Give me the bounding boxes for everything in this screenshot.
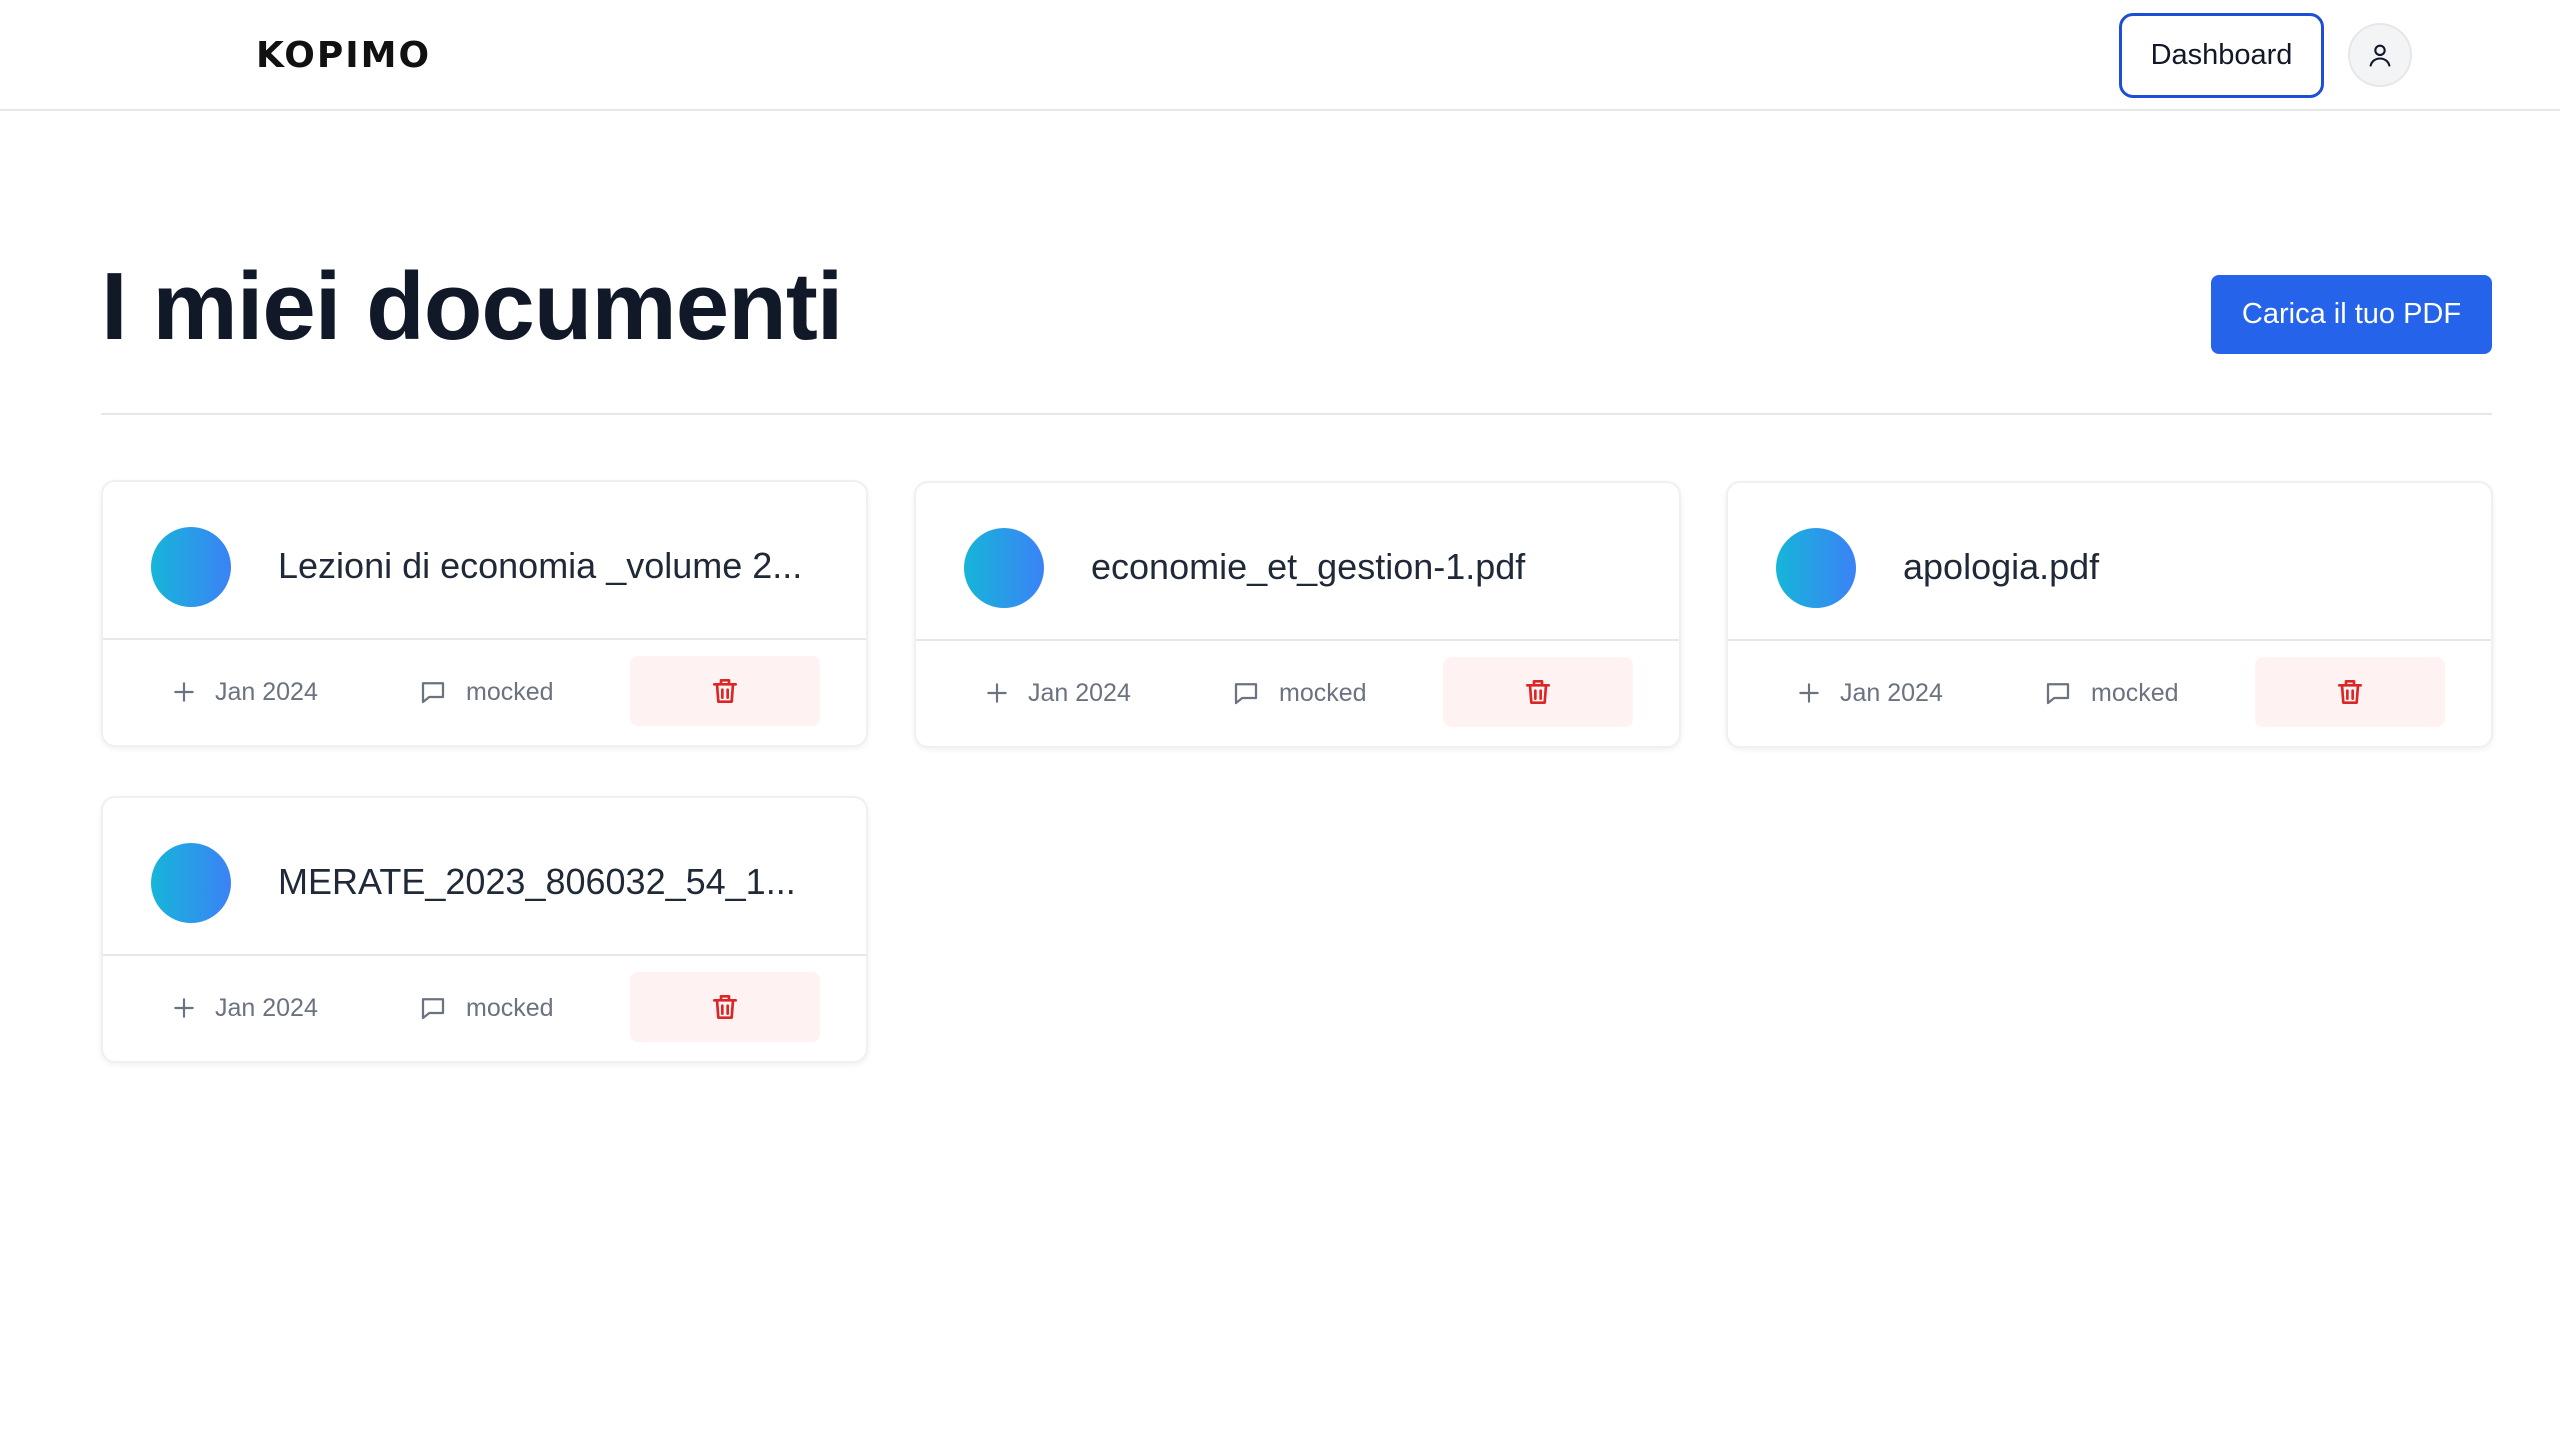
upload-pdf-button[interactable]: Carica il tuo PDF bbox=[2211, 275, 2492, 354]
kopimo-logo[interactable]: KOPIMO bbox=[256, 34, 431, 76]
comment-icon bbox=[1234, 683, 1258, 705]
trash-icon bbox=[713, 679, 737, 703]
document-name[interactable]: economie_et_gestion-1.pdf bbox=[1091, 543, 1651, 591]
document-date-text: Jan 2024 bbox=[215, 993, 318, 1022]
document-card-header[interactable]: Lezioni di economia _volume 2... bbox=[103, 482, 866, 640]
document-comment-text: mocked bbox=[466, 993, 554, 1022]
plus-icon bbox=[1799, 683, 1819, 703]
logo-text: KOPIMO bbox=[256, 34, 432, 76]
document-icon bbox=[151, 527, 231, 607]
title-divider bbox=[101, 413, 2492, 415]
document-card[interactable]: Lezioni di economia _volume 2... Jan 202… bbox=[101, 480, 868, 747]
document-icon bbox=[964, 528, 1044, 608]
comment-icon bbox=[421, 682, 445, 704]
document-name[interactable]: MERATE_2023_806032_54_1... bbox=[278, 858, 838, 906]
account-button[interactable] bbox=[2348, 23, 2412, 87]
document-date-text: Jan 2024 bbox=[1840, 678, 1943, 707]
document-card-header[interactable]: MERATE_2023_806032_54_1... bbox=[103, 798, 866, 956]
document-name[interactable]: Lezioni di economia _volume 2... bbox=[278, 542, 838, 590]
document-date-text: Jan 2024 bbox=[215, 677, 318, 706]
plus-icon bbox=[174, 682, 194, 702]
comment-icon bbox=[2046, 683, 2070, 705]
document-card[interactable]: MERATE_2023_806032_54_1... Jan 2024 mock… bbox=[101, 796, 868, 1063]
trash-icon bbox=[1526, 680, 1550, 704]
document-date: Jan 2024 bbox=[171, 670, 318, 714]
document-card[interactable]: apologia.pdf Jan 2024 mocked bbox=[1726, 481, 2493, 748]
document-date: Jan 2024 bbox=[171, 986, 318, 1030]
user-icon bbox=[2369, 44, 2391, 67]
delete-document-button[interactable] bbox=[1443, 657, 1633, 727]
page-title: I miei documenti bbox=[101, 253, 843, 360]
document-comment: mocked bbox=[418, 670, 554, 714]
delete-document-button[interactable] bbox=[2255, 657, 2445, 727]
document-date-text: Jan 2024 bbox=[1028, 678, 1131, 707]
delete-document-button[interactable] bbox=[630, 972, 820, 1042]
document-icon bbox=[1776, 528, 1856, 608]
document-comment-text: mocked bbox=[2091, 678, 2179, 707]
document-comment: mocked bbox=[2043, 671, 2179, 715]
document-name[interactable]: apologia.pdf bbox=[1903, 543, 2463, 591]
document-comment: mocked bbox=[1231, 671, 1367, 715]
top-navbar: KOPIMO Dashboard bbox=[0, 0, 2560, 111]
plus-icon bbox=[987, 683, 1007, 703]
document-card-header[interactable]: apologia.pdf bbox=[1728, 483, 2491, 641]
document-icon bbox=[151, 843, 231, 923]
document-date: Jan 2024 bbox=[1796, 671, 1943, 715]
document-comment: mocked bbox=[418, 986, 554, 1030]
comment-icon bbox=[421, 998, 445, 1020]
document-comment-text: mocked bbox=[466, 677, 554, 706]
trash-icon bbox=[2338, 680, 2362, 704]
plus-icon bbox=[174, 998, 194, 1018]
document-date: Jan 2024 bbox=[984, 671, 1131, 715]
delete-document-button[interactable] bbox=[630, 656, 820, 726]
document-card[interactable]: economie_et_gestion-1.pdf Jan 2024 mocke… bbox=[914, 481, 1681, 748]
dashboard-button[interactable]: Dashboard bbox=[2119, 13, 2324, 98]
document-card-header[interactable]: economie_et_gestion-1.pdf bbox=[916, 483, 1679, 641]
document-comment-text: mocked bbox=[1279, 678, 1367, 707]
trash-icon bbox=[713, 995, 737, 1019]
